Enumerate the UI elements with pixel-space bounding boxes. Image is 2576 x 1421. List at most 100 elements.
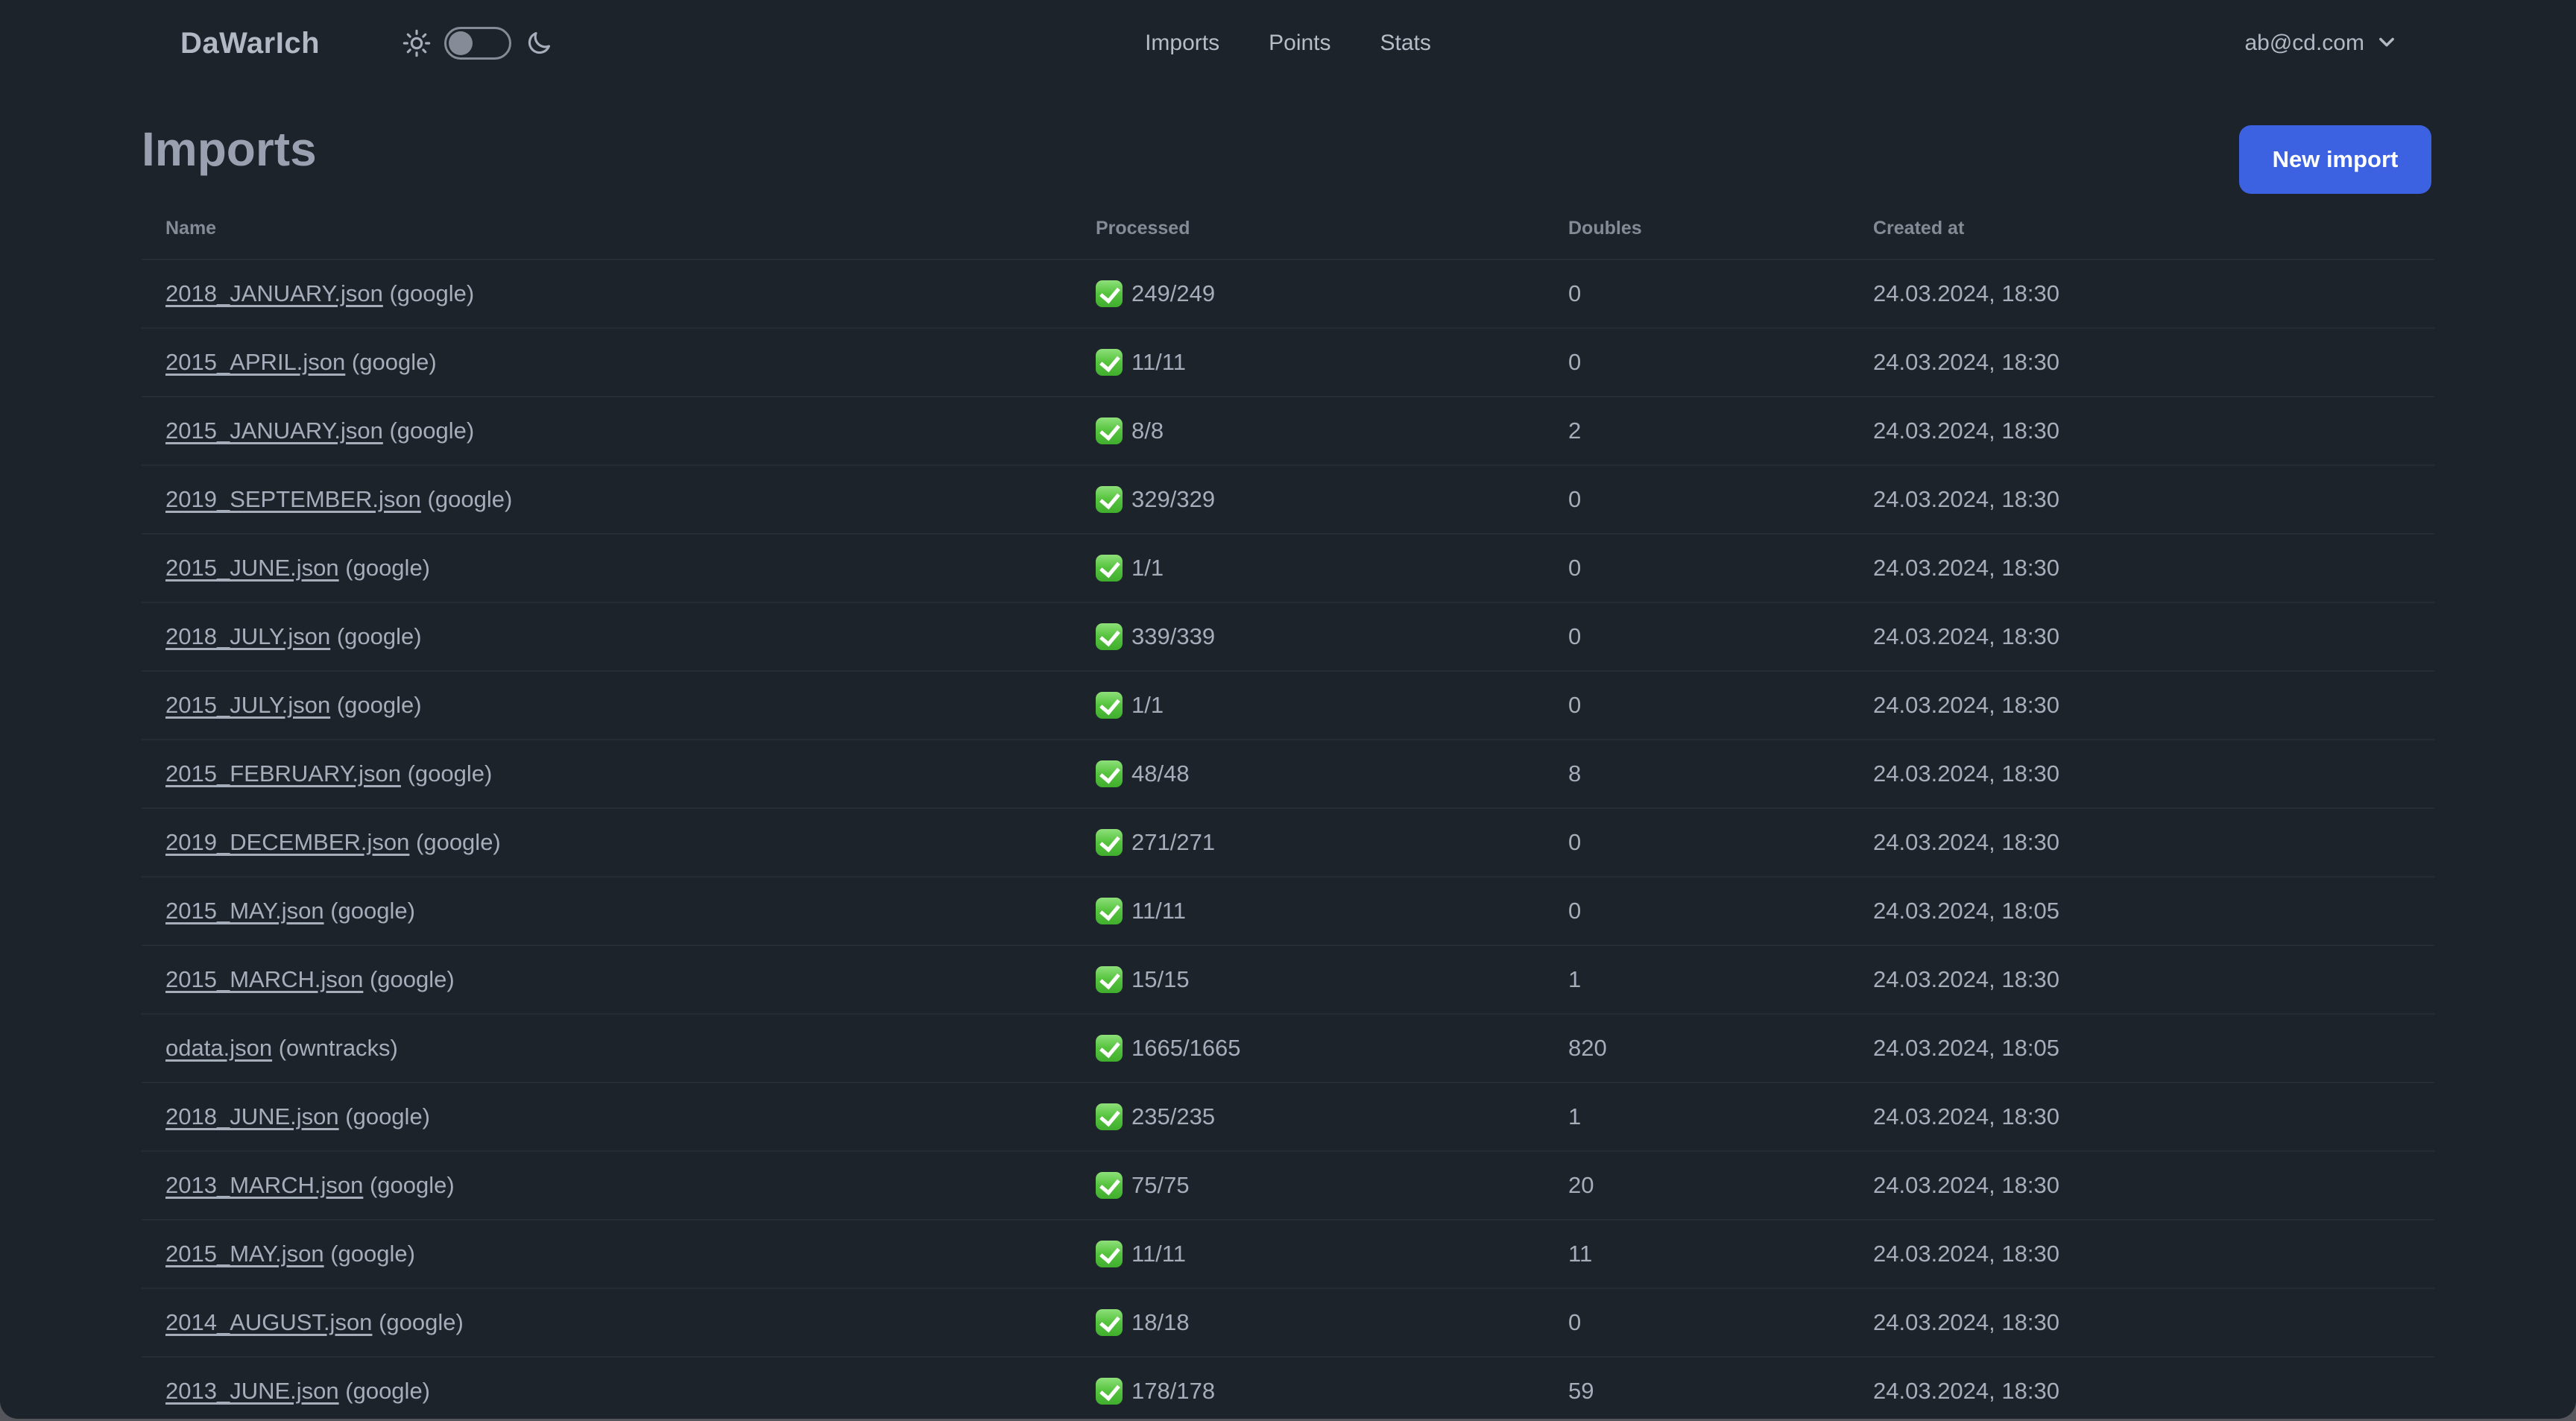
import-file-link[interactable]: 2019_DECEMBER.json — [165, 829, 409, 855]
processed-cell: 15/15 — [1072, 966, 1544, 993]
doubles-cell: 11 — [1568, 1241, 1593, 1267]
name-cell: 2019_SEPTEMBER.json (google) — [142, 486, 1072, 513]
theme-switcher — [402, 0, 553, 86]
processed-count: 339/339 — [1131, 623, 1216, 649]
import-file-link[interactable]: 2015_JULY.json — [165, 692, 330, 718]
import-file-link[interactable]: 2018_JUNE.json — [165, 1103, 339, 1129]
import-source: (google) — [389, 280, 475, 306]
name-cell: 2019_DECEMBER.json (google) — [142, 829, 1072, 856]
processed-cell: 339/339 — [1072, 623, 1544, 650]
processed-cell: 1665/1665 — [1072, 1035, 1544, 1062]
table-row: 2019_SEPTEMBER.json (google) 329/329 0 2… — [142, 466, 2434, 535]
table-row: 2015_MARCH.json (google) 15/15 1 24.03.2… — [142, 946, 2434, 1015]
check-icon — [1096, 1309, 1123, 1336]
import-source: (google) — [336, 692, 422, 718]
name-cell: 2018_JUNE.json (google) — [142, 1103, 1072, 1130]
nav-link-stats[interactable]: Stats — [1380, 31, 1431, 56]
import-file-link[interactable]: 2018_JANUARY.json — [165, 280, 383, 306]
processed-cell: 11/11 — [1072, 898, 1544, 924]
nav-link-points[interactable]: Points — [1269, 31, 1330, 56]
processed-cell: 249/249 — [1072, 280, 1544, 307]
processed-cell: 75/75 — [1072, 1172, 1544, 1199]
doubles-cell: 0 — [1568, 486, 1582, 512]
processed-cell: 178/178 — [1072, 1378, 1544, 1405]
import-file-link[interactable]: 2013_MARCH.json — [165, 1172, 363, 1198]
processed-cell: 1/1 — [1072, 692, 1544, 719]
doubles-cell: 0 — [1568, 692, 1582, 718]
created-at-cell: 24.03.2024, 18:30 — [1873, 1172, 2059, 1198]
check-icon — [1096, 760, 1123, 787]
check-icon — [1096, 349, 1123, 376]
import-source: (google) — [427, 486, 513, 512]
check-icon — [1096, 1035, 1123, 1062]
table-row: 2015_APRIL.json (google) 11/11 0 24.03.2… — [142, 329, 2434, 397]
column-header-processed: Processed — [1096, 217, 1190, 239]
name-cell: odata.json (owntracks) — [142, 1035, 1072, 1062]
import-source: (google) — [389, 418, 475, 444]
doubles-cell: 59 — [1568, 1378, 1594, 1404]
check-icon — [1096, 829, 1123, 856]
processed-count: 329/329 — [1131, 486, 1216, 512]
theme-toggle[interactable] — [444, 27, 511, 60]
processed-cell: 11/11 — [1072, 349, 1544, 376]
import-source: (google) — [416, 829, 501, 855]
nav-link-imports[interactable]: Imports — [1145, 31, 1219, 56]
created-at-cell: 24.03.2024, 18:30 — [1873, 1103, 2059, 1129]
processed-count: 75/75 — [1131, 1172, 1190, 1198]
user-menu[interactable]: ab@cd.com — [2244, 0, 2397, 86]
import-file-link[interactable]: 2015_MAY.json — [165, 898, 324, 924]
main-nav: Imports Points Stats — [1145, 0, 1431, 86]
doubles-cell: 20 — [1568, 1172, 1594, 1198]
import-file-link[interactable]: 2015_MAY.json — [165, 1241, 324, 1267]
app-logo[interactable]: DaWarIch — [180, 0, 320, 86]
import-source: (google) — [345, 555, 431, 581]
import-file-link[interactable]: 2019_SEPTEMBER.json — [165, 486, 421, 512]
app-window: DaWarIch Imports Points Stats ab@cd.com … — [0, 0, 2576, 1419]
import-file-link[interactable]: 2015_JANUARY.json — [165, 418, 383, 444]
processed-count: 11/11 — [1131, 349, 1186, 375]
import-file-link[interactable]: 2013_JUNE.json — [165, 1378, 339, 1404]
processed-cell: 235/235 — [1072, 1103, 1544, 1130]
table-row: 2013_MARCH.json (google) 75/75 20 24.03.… — [142, 1152, 2434, 1220]
name-cell: 2013_MARCH.json (google) — [142, 1172, 1072, 1199]
processed-count: 8/8 — [1131, 418, 1164, 444]
sun-icon — [402, 29, 431, 57]
table-row: 2013_JUNE.json (google) 178/178 59 24.03… — [142, 1358, 2434, 1419]
created-at-cell: 24.03.2024, 18:30 — [1873, 1378, 2059, 1404]
new-import-button[interactable]: New import — [2239, 125, 2431, 194]
table-row: 2014_AUGUST.json (google) 18/18 0 24.03.… — [142, 1289, 2434, 1358]
import-source: (google) — [351, 349, 437, 375]
created-at-cell: 24.03.2024, 18:30 — [1873, 1241, 2059, 1267]
page-title: Imports — [142, 122, 317, 176]
theme-toggle-knob — [449, 31, 473, 55]
import-file-link[interactable]: 2015_MARCH.json — [165, 966, 363, 992]
import-file-link[interactable]: 2018_JULY.json — [165, 623, 330, 649]
table-row: 2015_FEBRUARY.json (google) 48/48 8 24.0… — [142, 740, 2434, 809]
import-file-link[interactable]: 2015_FEBRUARY.json — [165, 760, 401, 787]
name-cell: 2013_JUNE.json (google) — [142, 1378, 1072, 1405]
import-file-link[interactable]: 2015_APRIL.json — [165, 349, 345, 375]
processed-count: 15/15 — [1131, 966, 1190, 992]
name-cell: 2018_JULY.json (google) — [142, 623, 1072, 650]
created-at-cell: 24.03.2024, 18:30 — [1873, 1309, 2059, 1335]
table-row: odata.json (owntracks) 1665/1665 820 24.… — [142, 1015, 2434, 1083]
import-file-link[interactable]: odata.json — [165, 1035, 272, 1061]
doubles-cell: 0 — [1568, 555, 1582, 581]
created-at-cell: 24.03.2024, 18:30 — [1873, 966, 2059, 992]
import-source: (google) — [407, 760, 493, 787]
table-row: 2015_JUNE.json (google) 1/1 0 24.03.2024… — [142, 535, 2434, 603]
import-file-link[interactable]: 2015_JUNE.json — [165, 555, 339, 581]
table-row: 2015_MAY.json (google) 11/11 0 24.03.202… — [142, 878, 2434, 946]
import-source: (google) — [336, 623, 422, 649]
processed-count: 18/18 — [1131, 1309, 1190, 1335]
table-row: 2018_JUNE.json (google) 235/235 1 24.03.… — [142, 1083, 2434, 1152]
import-file-link[interactable]: 2014_AUGUST.json — [165, 1309, 372, 1335]
moon-icon — [525, 29, 553, 57]
name-cell: 2015_JANUARY.json (google) — [142, 418, 1072, 444]
table-row: 2018_JULY.json (google) 339/339 0 24.03.… — [142, 603, 2434, 672]
created-at-cell: 24.03.2024, 18:30 — [1873, 418, 2059, 444]
created-at-cell: 24.03.2024, 18:05 — [1873, 898, 2059, 924]
created-at-cell: 24.03.2024, 18:30 — [1873, 486, 2059, 512]
check-icon — [1096, 280, 1123, 307]
created-at-cell: 24.03.2024, 18:30 — [1873, 829, 2059, 855]
